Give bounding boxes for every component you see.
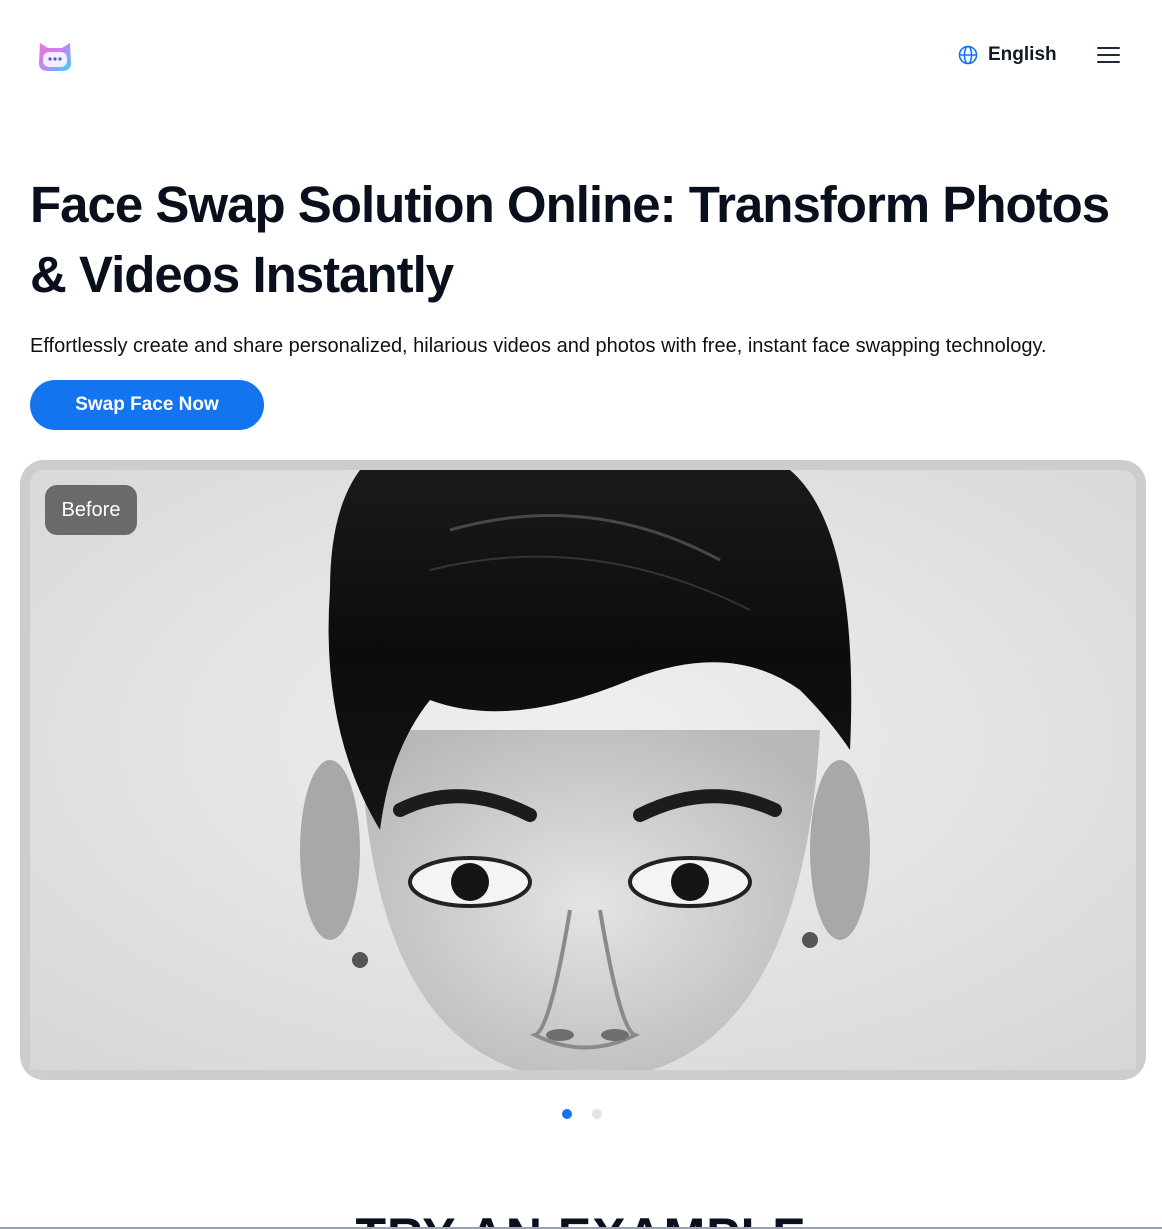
portrait-illustration [30,470,1136,1070]
hero-title: Face Swap Solution Online: Transform Pho… [30,176,1110,303]
before-photo [30,470,1136,1070]
language-selector[interactable]: English [958,43,1057,67]
hamburger-menu-icon [1097,47,1120,63]
try-example-heading: TRY AN EXAMPLE [0,1206,1162,1229]
swap-face-now-button[interactable]: Swap Face Now [30,380,264,430]
language-label: English [988,44,1057,65]
menu-button[interactable] [1096,43,1122,67]
cat-face-icon [39,43,71,71]
slide-dot-2[interactable] [592,1109,602,1119]
hero-subtitle: Effortlessly create and share personaliz… [30,335,1047,357]
page: English Face Swap Solution Online: Trans… [0,0,1162,1229]
before-badge: Before [45,485,137,535]
globe-icon [958,45,978,65]
site-header: English [0,0,1162,110]
logo-link[interactable] [37,39,73,73]
before-after-showcase[interactable]: Before [20,460,1146,1080]
slide-dot-1[interactable] [562,1109,572,1119]
slider-pagination [562,1109,602,1119]
